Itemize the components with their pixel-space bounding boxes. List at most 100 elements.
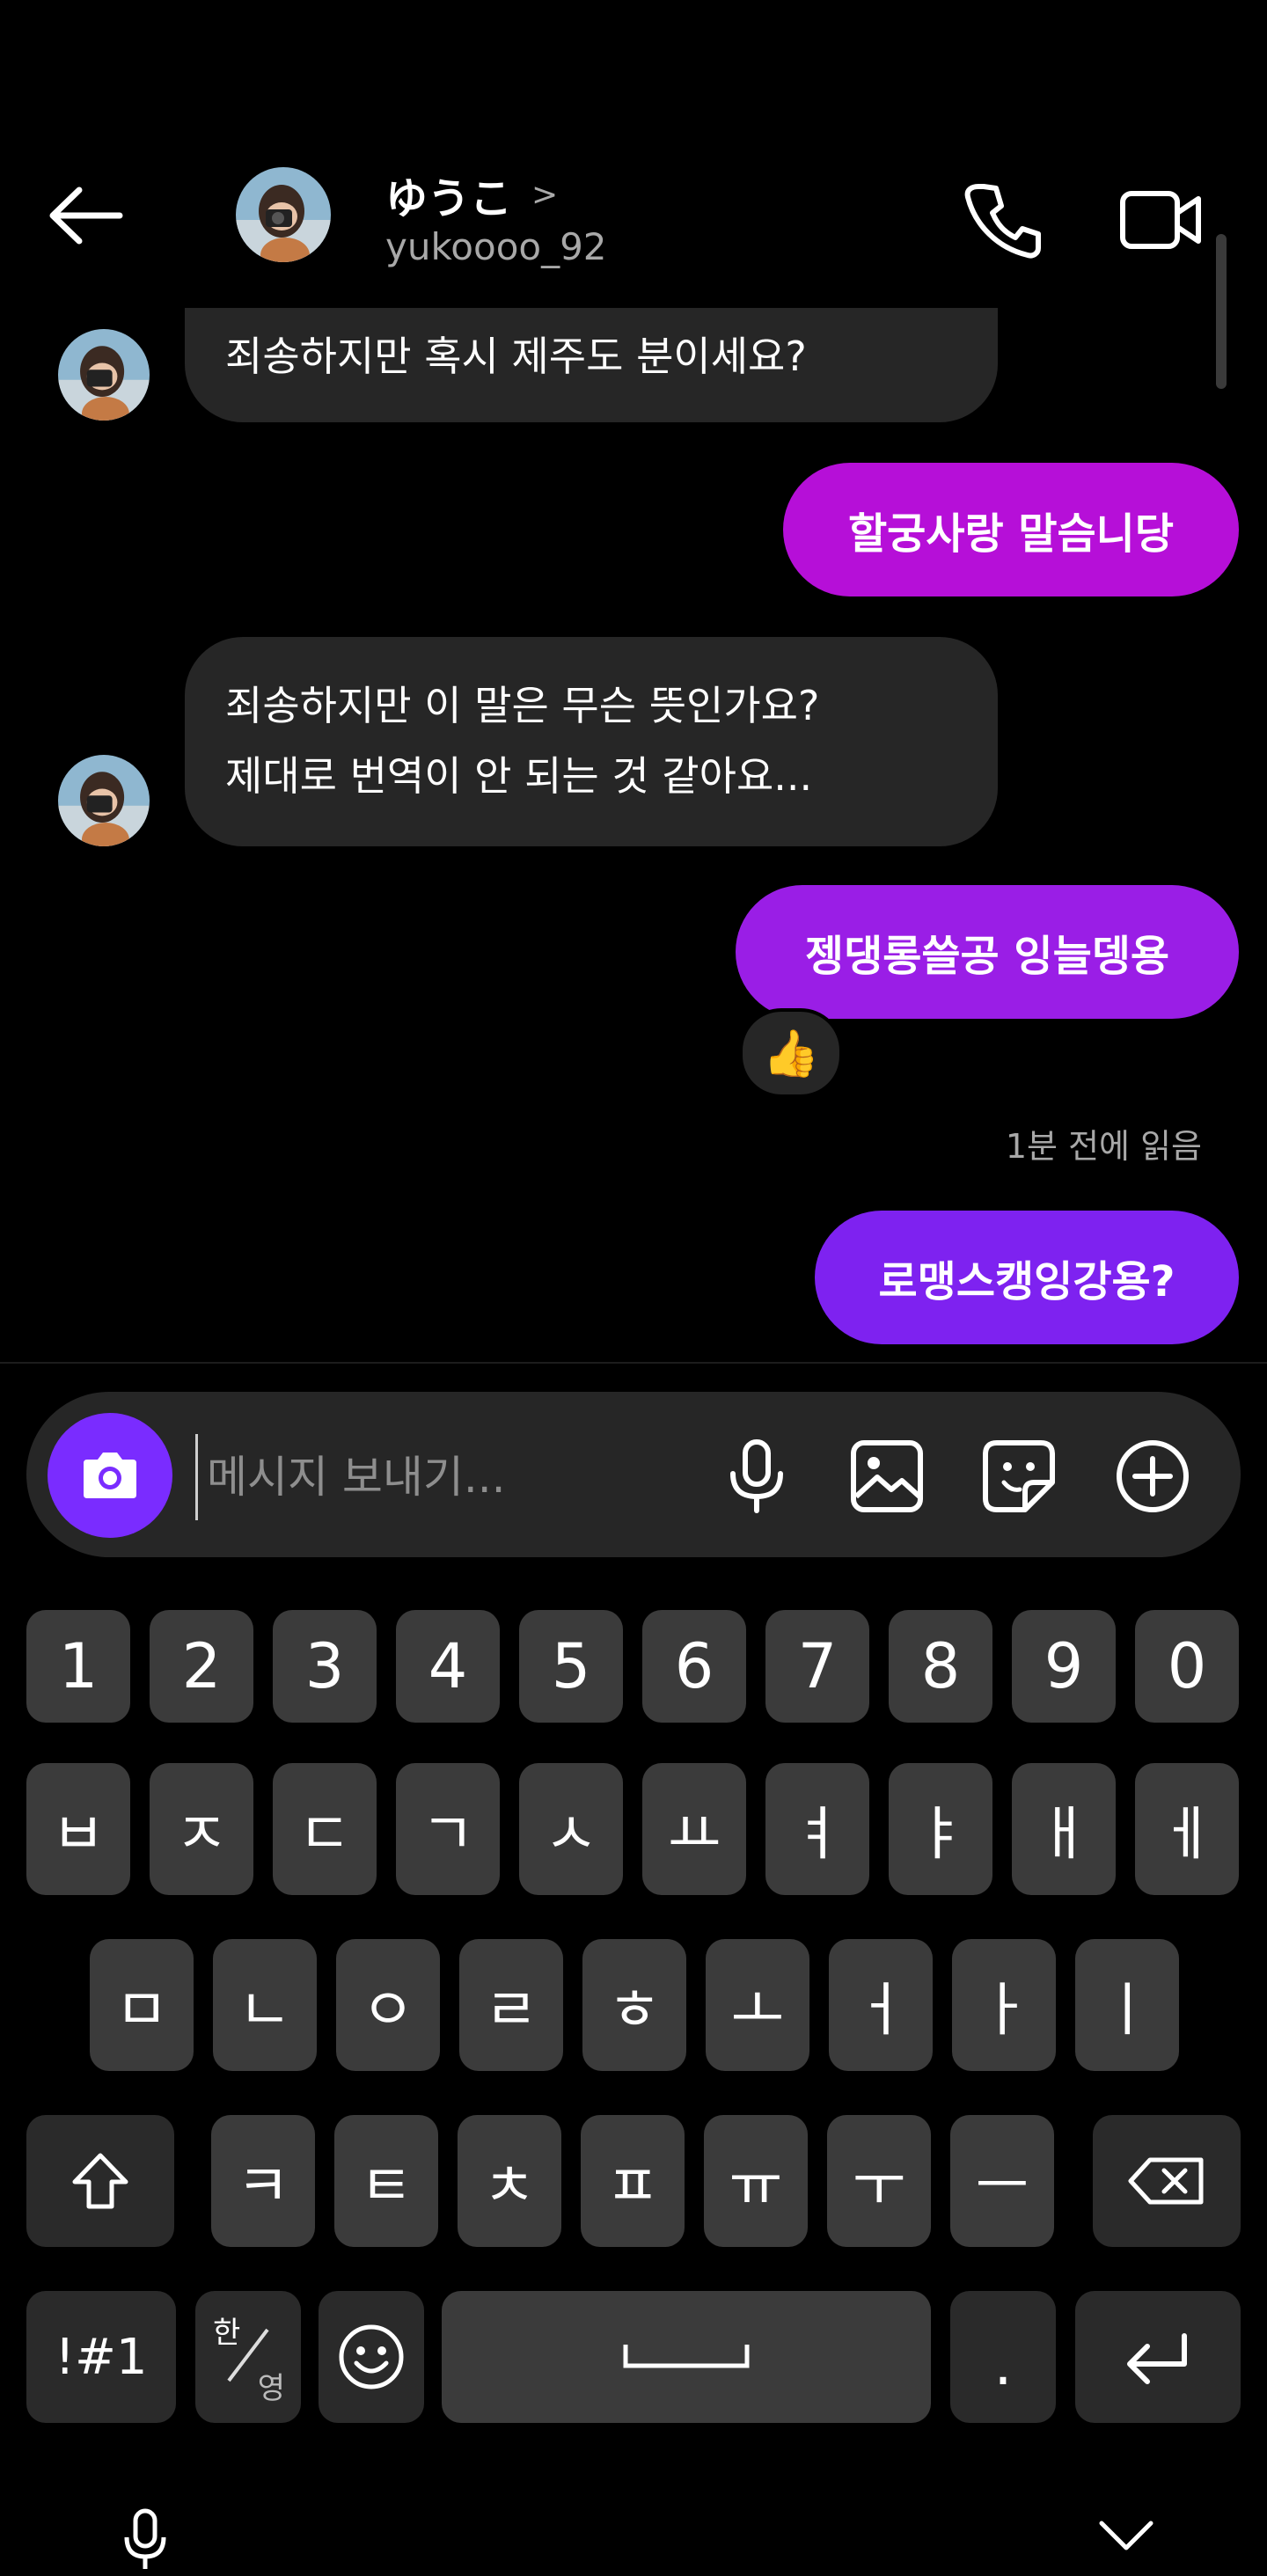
period-key[interactable]: . — [950, 2291, 1056, 2423]
key-ㅕ[interactable]: ㅕ — [765, 1763, 869, 1895]
enter-key[interactable] — [1075, 2291, 1241, 2423]
backspace-key[interactable] — [1093, 2115, 1241, 2247]
message-input[interactable] — [195, 1434, 701, 1520]
key-label: ㅠ — [729, 2152, 783, 2220]
key-label: ㅗ — [730, 1976, 785, 2044]
key-label: 1 — [58, 1630, 99, 1702]
key-5[interactable]: 5 — [519, 1610, 623, 1723]
chat-title[interactable]: ゆうこ > — [385, 164, 558, 225]
message-line: 제대로 번역이 안 되는 것 같아요... — [225, 752, 813, 800]
back-button[interactable] — [46, 176, 143, 255]
key-7[interactable]: 7 — [765, 1610, 869, 1723]
key-6[interactable]: 6 — [642, 1610, 746, 1723]
sender-avatar[interactable] — [58, 329, 150, 421]
key-ㅍ[interactable]: ㅍ — [581, 2115, 685, 2247]
key-label: 4 — [428, 1630, 468, 1702]
gallery-button[interactable] — [845, 1434, 929, 1519]
key-ㅡ[interactable]: ㅡ — [950, 2115, 1054, 2247]
key-ㅑ[interactable]: ㅑ — [889, 1763, 992, 1895]
key-3[interactable]: 3 — [273, 1610, 377, 1723]
key-1[interactable]: 1 — [26, 1610, 130, 1723]
message-text: 할궁사랑 말슴니당 — [848, 509, 1174, 559]
smiley-icon — [339, 2324, 404, 2389]
hide-keyboard-button[interactable] — [1098, 2518, 1154, 2553]
key-ㅣ[interactable]: ㅣ — [1075, 1939, 1179, 2071]
key-ㄷ[interactable]: ㄷ — [273, 1763, 377, 1895]
nav-mic-icon[interactable] — [123, 2507, 167, 2572]
key-ㅛ[interactable]: ㅛ — [642, 1763, 746, 1895]
key-label: ㅂ — [51, 1800, 106, 1868]
key-label: !#1 — [55, 2328, 148, 2386]
incoming-message[interactable]: 죄송하지만 이 말은 무슨 뜻인가요? 제대로 번역이 안 되는 것 같아요..… — [185, 637, 998, 846]
scrollbar[interactable] — [1216, 234, 1227, 389]
key-ㅏ[interactable]: ㅏ — [952, 1939, 1056, 2071]
key-label: ㄱ — [421, 1800, 475, 1868]
key-4[interactable]: 4 — [396, 1610, 500, 1723]
key-ㅜ[interactable]: ㅜ — [827, 2115, 931, 2247]
key-label: ㅓ — [853, 1976, 908, 2044]
key-ㅈ[interactable]: ㅈ — [150, 1763, 253, 1895]
key-ㅅ[interactable]: ㅅ — [519, 1763, 623, 1895]
key-ㅓ[interactable]: ㅓ — [829, 1939, 933, 2071]
key-ㅠ[interactable]: ㅠ — [704, 2115, 808, 2247]
key-2[interactable]: 2 — [150, 1610, 253, 1723]
read-receipt: 1분 전에 읽음 — [1005, 1127, 1202, 1166]
key-label: ㅈ — [174, 1800, 229, 1868]
key-ㅗ[interactable]: ㅗ — [706, 1939, 809, 2071]
emoji-key[interactable] — [319, 2291, 424, 2423]
space-key[interactable] — [442, 2291, 931, 2423]
key-ㅁ[interactable]: ㅁ — [90, 1939, 194, 2071]
outgoing-message[interactable]: 로맹스캥잉강용? — [815, 1211, 1239, 1344]
key-8[interactable]: 8 — [889, 1610, 992, 1723]
key-label: ㅛ — [667, 1800, 721, 1868]
key-label: 0 — [1167, 1630, 1207, 1702]
microphone-icon — [730, 1439, 783, 1513]
thumbs-up-reaction[interactable]: 👍 — [739, 1008, 843, 1098]
outgoing-message[interactable]: 젱댕롱쓸공 잉늘뎅용 — [736, 885, 1239, 1019]
shift-icon — [72, 2153, 128, 2209]
key-ㅂ[interactable]: ㅂ — [26, 1763, 130, 1895]
camera-button[interactable] — [48, 1413, 172, 1538]
outgoing-message[interactable]: 할궁사랑 말슴니당 — [783, 463, 1239, 596]
incoming-message[interactable]: 죄송하지만 혹시 제주도 분이세요? — [185, 308, 998, 422]
key-ㅎ[interactable]: ㅎ — [582, 1939, 686, 2071]
key-ㅊ[interactable]: ㅊ — [458, 2115, 561, 2247]
key-ㅐ[interactable]: ㅐ — [1012, 1763, 1116, 1895]
key-ㅋ[interactable]: ㅋ — [211, 2115, 315, 2247]
video-camera-icon — [1120, 191, 1201, 249]
key-ㄱ[interactable]: ㄱ — [396, 1763, 500, 1895]
key-label: 2 — [181, 1630, 222, 1702]
key-ㄴ[interactable]: ㄴ — [213, 1939, 317, 2071]
key-ㅇ[interactable]: ㅇ — [336, 1939, 440, 2071]
key-label: 8 — [920, 1630, 961, 1702]
voice-message-button[interactable] — [714, 1434, 799, 1519]
key-label: ㅡ — [975, 2152, 1029, 2220]
space-icon — [623, 2345, 750, 2368]
key-ㄹ[interactable]: ㄹ — [459, 1939, 563, 2071]
symbols-key[interactable]: !#1 — [26, 2291, 176, 2423]
key-label: ㅍ — [605, 2152, 660, 2220]
key-label: 9 — [1044, 1630, 1084, 1702]
sticker-icon — [983, 1440, 1055, 1512]
key-label: ㅎ — [607, 1976, 662, 2044]
avatar-photo — [58, 755, 150, 846]
sender-avatar[interactable] — [58, 755, 150, 846]
sticker-button[interactable] — [977, 1434, 1061, 1519]
profile-avatar[interactable] — [236, 167, 331, 262]
phone-icon — [964, 184, 1041, 259]
message-text: 죄송하지만 혹시 제주도 분이세요? — [225, 333, 807, 380]
language-key[interactable]: 한영 — [195, 2291, 301, 2423]
key-ㅔ[interactable]: ㅔ — [1135, 1763, 1239, 1895]
more-options-button[interactable] — [1110, 1434, 1195, 1519]
contact-name: ゆうこ — [385, 174, 513, 223]
voice-call-button[interactable] — [959, 176, 1047, 264]
key-9[interactable]: 9 — [1012, 1610, 1116, 1723]
video-call-button[interactable] — [1117, 176, 1205, 264]
back-arrow-icon — [49, 187, 123, 245]
key-ㅌ[interactable]: ㅌ — [334, 2115, 438, 2247]
key-0[interactable]: 0 — [1135, 1610, 1239, 1723]
key-label: ㅜ — [852, 2152, 906, 2220]
contact-username: yukoooo_92 — [385, 225, 607, 268]
shift-key[interactable] — [26, 2115, 174, 2247]
message-line: 죄송하지만 이 말은 무슨 뜻인가요? — [225, 682, 820, 729]
